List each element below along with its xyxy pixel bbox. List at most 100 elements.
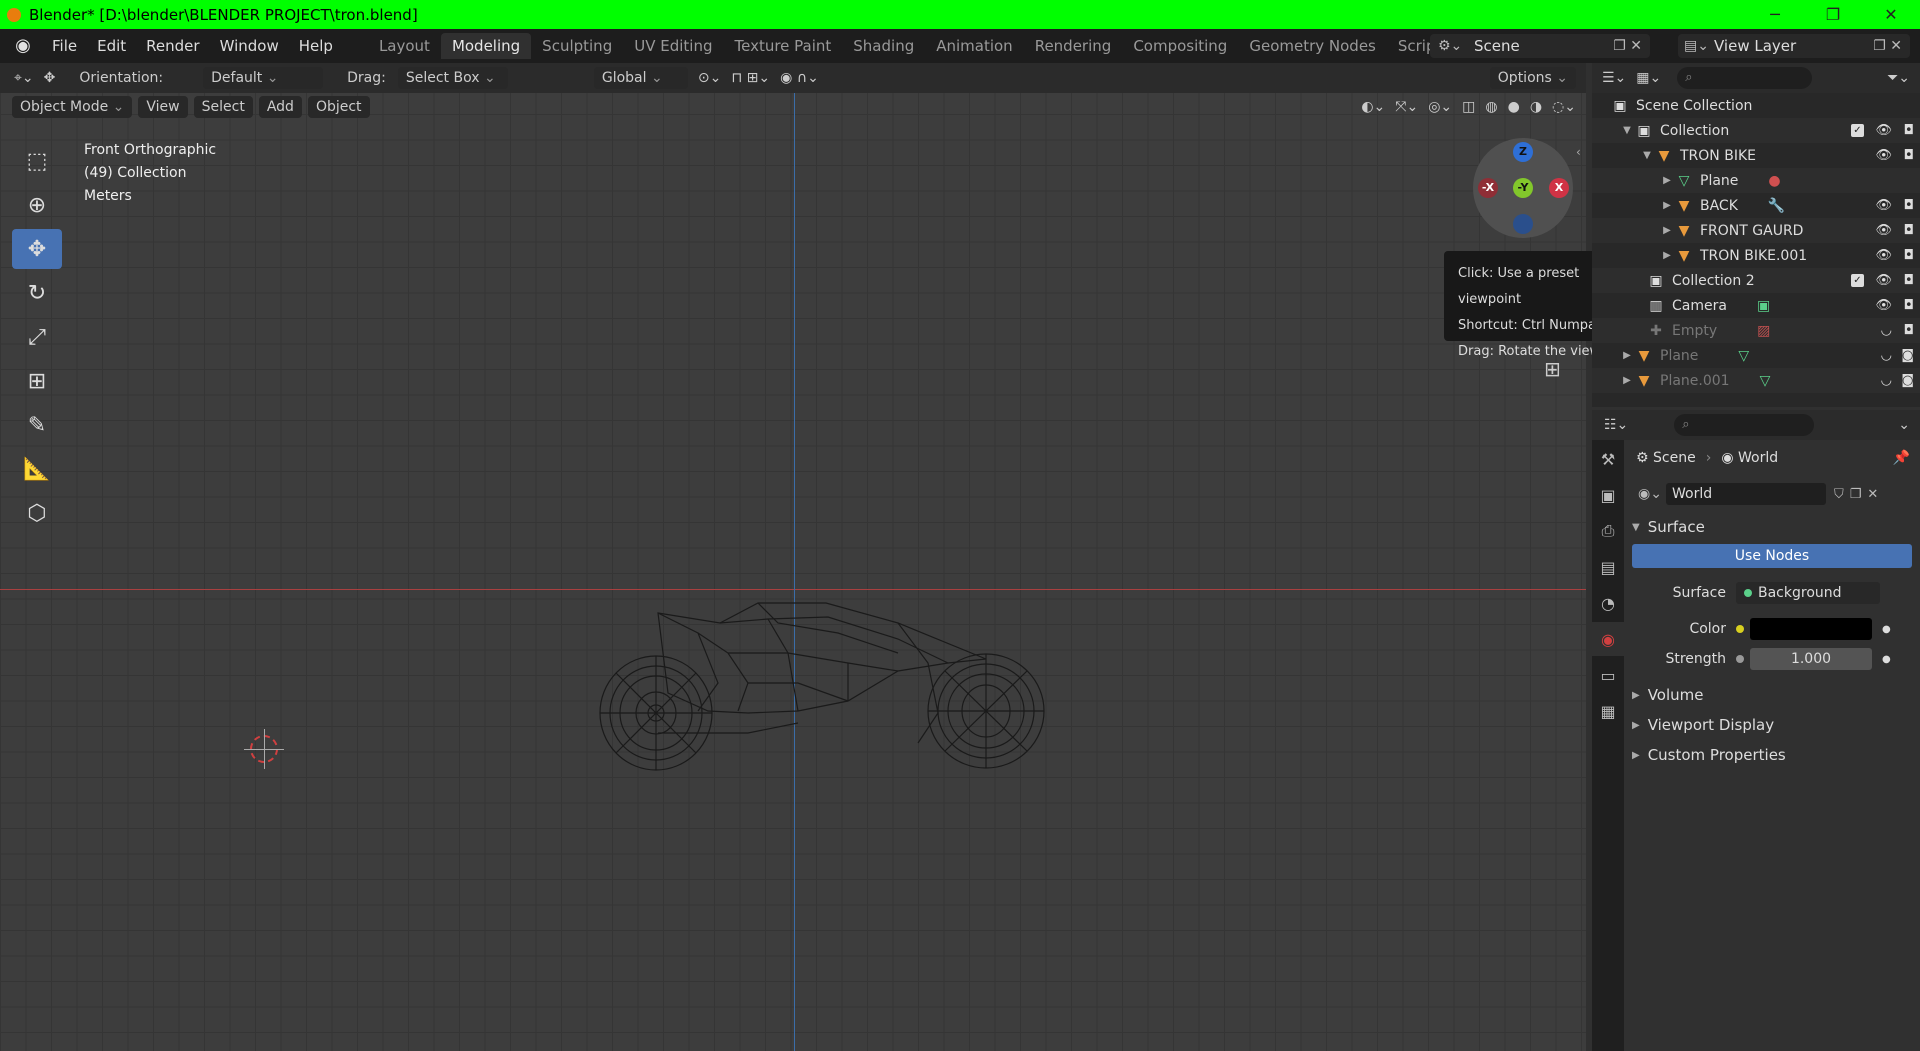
xray-icon[interactable]: ◫ bbox=[1462, 99, 1475, 115]
world-selector[interactable]: ◉⌄ World ⛉❐✕ bbox=[1632, 482, 1912, 506]
move-tool-icon-active[interactable]: ✥ bbox=[12, 229, 62, 269]
world-tab-icon[interactable]: ◉ bbox=[1592, 622, 1624, 656]
tab-layout[interactable]: Layout bbox=[368, 33, 441, 59]
navigation-gizmo[interactable]: Z -X X -Y bbox=[1473, 138, 1573, 238]
camera-render-off-icon[interactable]: ◙ bbox=[1901, 348, 1914, 363]
options-dropdown[interactable]: Options bbox=[1489, 67, 1576, 89]
eye-icon[interactable]: 👁 bbox=[1875, 123, 1892, 138]
eye-icon[interactable]: 👁 bbox=[1875, 248, 1892, 263]
overlays-icon[interactable]: ◎⌄ bbox=[1428, 99, 1452, 115]
gizmo-x-axis[interactable]: X bbox=[1549, 178, 1569, 198]
tab-rendering[interactable]: Rendering bbox=[1024, 33, 1123, 59]
menu-render[interactable]: Render bbox=[136, 37, 209, 55]
exclude-checkbox[interactable]: ✓ bbox=[1851, 124, 1864, 137]
new-view-layer-icon[interactable]: ❐ ✕ bbox=[1873, 38, 1902, 54]
custom-properties-panel-header[interactable]: ▶ Custom Properties bbox=[1624, 740, 1920, 770]
camera-render-off-icon[interactable]: ◙ bbox=[1901, 373, 1914, 388]
editor-type-icon[interactable]: ⌖⌄ bbox=[14, 70, 34, 86]
outliner-row-plane-001[interactable]: ▶ ▼ Plane.001 ▽ ◡ ◙ bbox=[1592, 368, 1920, 393]
move-tool-icon[interactable]: ✥ bbox=[44, 70, 56, 86]
visibility-icon[interactable]: ◐⌄ bbox=[1361, 99, 1385, 115]
view-layer-selector[interactable]: ▤⌄ View Layer ❐ ✕ bbox=[1678, 34, 1910, 58]
strength-field[interactable]: 1.000 bbox=[1750, 648, 1872, 670]
snap-icon[interactable]: ⊓ ⊞⌄ bbox=[731, 70, 770, 86]
eye-icon[interactable]: 👁 bbox=[1875, 298, 1892, 313]
add-menu[interactable]: Add bbox=[258, 96, 302, 118]
eye-icon[interactable]: 👁 bbox=[1875, 273, 1892, 288]
eye-icon[interactable]: 👁 bbox=[1875, 198, 1892, 213]
menu-file[interactable]: File bbox=[42, 37, 87, 55]
expand-icon[interactable]: ▼ bbox=[1640, 150, 1654, 161]
outliner-row-collection-2[interactable]: ▣ Collection 2 ✓ 👁 ◘ bbox=[1592, 268, 1920, 293]
camera-render-icon[interactable]: ◘ bbox=[1904, 273, 1914, 288]
transform-orientation-dropdown[interactable]: Global bbox=[593, 67, 688, 89]
filter-icon[interactable]: ⏷⌄ bbox=[1887, 70, 1910, 86]
3d-viewport[interactable]: ⌖⌄ ✥ Orientation: Default Drag: Select B… bbox=[0, 63, 1654, 1051]
pin-icon[interactable]: 📌 bbox=[1893, 450, 1910, 466]
volume-panel-header[interactable]: ▶ Volume bbox=[1624, 680, 1920, 710]
expand-icon[interactable]: ▶ bbox=[1660, 250, 1674, 261]
camera-render-icon[interactable]: ◘ bbox=[1904, 148, 1914, 163]
outliner-row-plane-2[interactable]: ▶ ▼ Plane ▽ ◡ ◙ bbox=[1592, 343, 1920, 368]
camera-render-icon[interactable]: ◘ bbox=[1904, 248, 1914, 263]
surface-panel-header[interactable]: ▼ Surface bbox=[1624, 512, 1920, 542]
shading-wireframe-icon[interactable]: ◍ bbox=[1485, 99, 1497, 115]
outliner-root[interactable]: ▣ Scene Collection bbox=[1592, 93, 1920, 118]
world-name-field[interactable]: World bbox=[1666, 483, 1826, 505]
tab-geometry-nodes[interactable]: Geometry Nodes bbox=[1238, 33, 1387, 59]
restore-button[interactable]: ❐ bbox=[1804, 0, 1862, 29]
tab-compositing[interactable]: Compositing bbox=[1122, 33, 1238, 59]
properties-options-icon[interactable]: ⌄ bbox=[1898, 417, 1910, 433]
eye-closed-icon[interactable]: ◡ bbox=[1881, 373, 1892, 388]
menu-window[interactable]: Window bbox=[210, 37, 289, 55]
render-tab-icon[interactable]: ▣ bbox=[1592, 478, 1624, 512]
expand-icon[interactable]: ▶ bbox=[1620, 350, 1634, 361]
scale-tool-icon[interactable]: ⤢ bbox=[12, 317, 62, 357]
new-scene-icon[interactable]: ❐ ✕ bbox=[1613, 38, 1642, 54]
outliner-row-plane[interactable]: ▶ ▽ Plane ● bbox=[1592, 168, 1920, 193]
display-mode-icon[interactable]: ▦⌄ bbox=[1636, 70, 1661, 86]
blender-menu-icon[interactable]: ◉ bbox=[12, 35, 34, 57]
proportional-edit-icon[interactable]: ◉ ∩⌄ bbox=[780, 70, 819, 86]
view-layer-tab-icon[interactable]: ▤ bbox=[1592, 550, 1624, 584]
gizmo-neg-z-axis[interactable] bbox=[1513, 214, 1533, 234]
transform-tool-icon[interactable]: ⊞ bbox=[12, 361, 62, 401]
tab-uv-editing[interactable]: UV Editing bbox=[623, 33, 723, 59]
eye-icon[interactable]: 👁 bbox=[1875, 223, 1892, 238]
orientation-dropdown[interactable]: Default bbox=[203, 67, 324, 89]
outliner-row-front-gaurd[interactable]: ▶ ▼ FRONT GAURD 👁 ◘ bbox=[1592, 218, 1920, 243]
tab-modeling[interactable]: Modeling bbox=[440, 33, 532, 59]
output-tab-icon[interactable]: ⎙ bbox=[1592, 514, 1624, 548]
gizmo-toggle-icon[interactable]: ⤧⌄ bbox=[1395, 99, 1418, 115]
expand-icon[interactable]: ▼ bbox=[1620, 125, 1634, 136]
eye-closed-icon[interactable]: ◡ bbox=[1881, 348, 1892, 363]
tool-tab-icon[interactable]: ⚒ bbox=[1592, 442, 1624, 476]
menu-help[interactable]: Help bbox=[289, 37, 343, 55]
use-nodes-button[interactable]: Use Nodes bbox=[1632, 544, 1912, 568]
view-menu[interactable]: View bbox=[138, 96, 188, 118]
texture-tab-icon[interactable]: ▦ bbox=[1592, 694, 1624, 728]
properties-search-input[interactable]: ⌕ bbox=[1674, 414, 1815, 436]
add-cube-tool-icon[interactable]: ⬡ bbox=[12, 493, 62, 533]
select-menu[interactable]: Select bbox=[193, 96, 253, 118]
camera-render-icon[interactable]: ◘ bbox=[1904, 298, 1914, 313]
gizmo-neg-y-axis[interactable]: -Y bbox=[1513, 178, 1533, 198]
keyframe-dot-icon[interactable]: ● bbox=[1882, 654, 1891, 665]
camera-render-icon[interactable]: ◘ bbox=[1904, 198, 1914, 213]
world-browse-icon[interactable]: ◉⌄ bbox=[1638, 486, 1662, 502]
gizmo-z-axis[interactable]: Z bbox=[1513, 142, 1533, 162]
expand-icon[interactable]: ▶ bbox=[1660, 200, 1674, 211]
world-actions-icons[interactable]: ⛉❐✕ bbox=[1834, 487, 1884, 502]
measure-tool-icon[interactable]: 📐 bbox=[12, 449, 62, 489]
close-button[interactable]: ✕ bbox=[1862, 0, 1920, 29]
cursor-tool-icon[interactable]: ⊕ bbox=[12, 185, 62, 225]
tab-shading[interactable]: Shading bbox=[842, 33, 925, 59]
outliner-search-input[interactable]: ⌕ bbox=[1677, 67, 1813, 89]
shading-material-icon[interactable]: ◑ bbox=[1530, 99, 1542, 115]
expand-icon[interactable]: ▶ bbox=[1620, 375, 1634, 386]
eye-closed-icon[interactable]: ◡ bbox=[1881, 323, 1892, 338]
exclude-checkbox[interactable]: ✓ bbox=[1851, 274, 1864, 287]
camera-render-icon[interactable]: ◘ bbox=[1904, 223, 1914, 238]
expand-icon[interactable]: ▶ bbox=[1660, 225, 1674, 236]
rotate-tool-icon[interactable]: ↻ bbox=[12, 273, 62, 313]
